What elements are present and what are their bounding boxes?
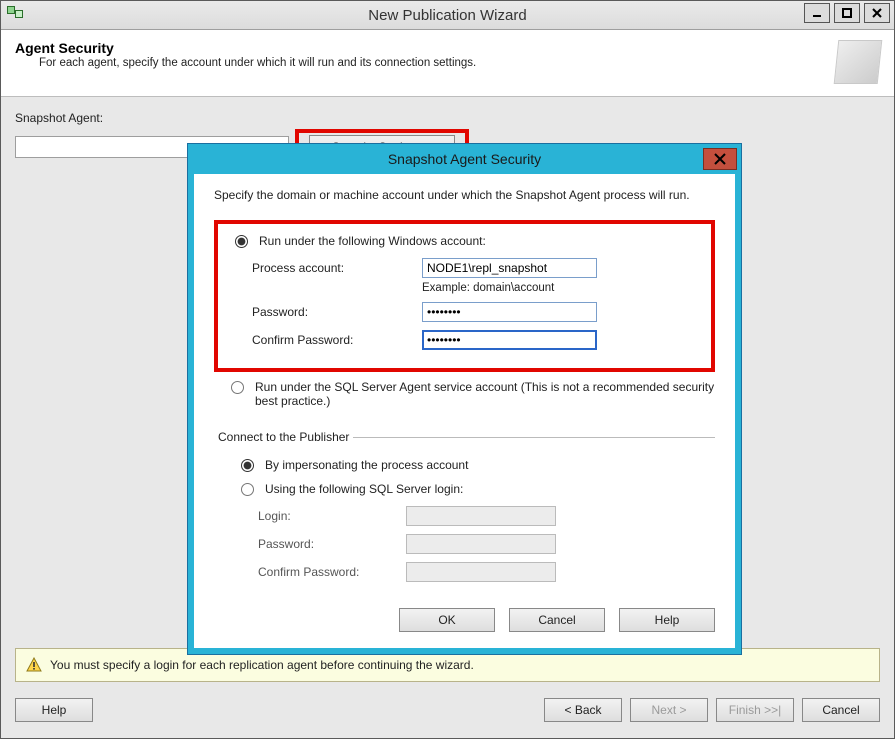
wizard-help-button[interactable]: Help <box>15 698 93 722</box>
sql-login-radio[interactable] <box>241 483 254 496</box>
connect-to-publisher-group: Connect to the Publisher By impersonatin… <box>214 430 715 590</box>
confirm-password-input[interactable] <box>422 330 597 350</box>
page-subtitle: For each agent, specify the account unde… <box>39 57 476 69</box>
dialog-title: Snapshot Agent Security <box>188 151 741 167</box>
windows-account-highlight: Run under the following Windows account:… <box>214 220 715 372</box>
confirm-password-label: Confirm Password: <box>252 333 422 347</box>
windows-account-radio[interactable] <box>235 235 248 248</box>
password-input[interactable] <box>422 302 597 322</box>
connect-to-publisher-legend: Connect to the Publisher <box>214 430 353 444</box>
dialog-help-button[interactable]: Help <box>619 608 715 632</box>
impersonate-radio[interactable] <box>241 459 254 472</box>
password-label: Password: <box>252 305 422 319</box>
window-controls <box>804 3 890 23</box>
windows-account-radio-label: Run under the following Windows account: <box>259 234 486 248</box>
dialog-intro: Specify the domain or machine account un… <box>214 188 715 202</box>
finish-button[interactable]: Finish >>| <box>716 698 794 722</box>
close-button[interactable] <box>864 3 890 23</box>
main-window: New Publication Wizard Agent Security Fo… <box>0 0 895 739</box>
publisher-confirm-input <box>406 562 556 582</box>
page-title: Agent Security <box>15 40 476 56</box>
sql-service-account-radio[interactable] <box>231 381 244 394</box>
process-account-input[interactable] <box>422 258 597 278</box>
dialog-cancel-button[interactable]: Cancel <box>509 608 605 632</box>
publisher-password-input <box>406 534 556 554</box>
login-label: Login: <box>258 509 406 523</box>
next-button[interactable]: Next > <box>630 698 708 722</box>
wizard-cancel-button[interactable]: Cancel <box>802 698 880 722</box>
process-account-label: Process account: <box>252 261 422 275</box>
page-header: Agent Security For each agent, specify t… <box>1 30 894 97</box>
snapshot-agent-label: Snapshot Agent: <box>15 111 880 125</box>
minimize-button[interactable] <box>804 3 830 23</box>
maximize-button[interactable] <box>834 3 860 23</box>
dialog-titlebar: Snapshot Agent Security <box>188 144 741 174</box>
login-input <box>406 506 556 526</box>
snapshot-agent-security-dialog: Snapshot Agent Security Specify the doma… <box>187 143 742 655</box>
process-account-example: Example: domain\account <box>422 282 699 294</box>
dialog-close-button[interactable] <box>703 148 737 170</box>
publisher-confirm-label: Confirm Password: <box>258 565 406 579</box>
wizard-footer: Help < Back Next > Finish >>| Cancel <box>1 682 894 738</box>
window-title: New Publication Wizard <box>1 7 894 24</box>
publisher-password-label: Password: <box>258 537 406 551</box>
warning-text: You must specify a login for each replic… <box>50 658 474 672</box>
warning-icon <box>26 657 42 673</box>
dialog-ok-button[interactable]: OK <box>399 608 495 632</box>
sql-service-account-radio-label: Run under the SQL Server Agent service a… <box>255 380 715 408</box>
wizard-graphic <box>834 40 883 84</box>
sql-login-radio-label: Using the following SQL Server login: <box>265 482 463 496</box>
impersonate-radio-label: By impersonating the process account <box>265 458 468 472</box>
back-button[interactable]: < Back <box>544 698 622 722</box>
titlebar: New Publication Wizard <box>1 1 894 30</box>
